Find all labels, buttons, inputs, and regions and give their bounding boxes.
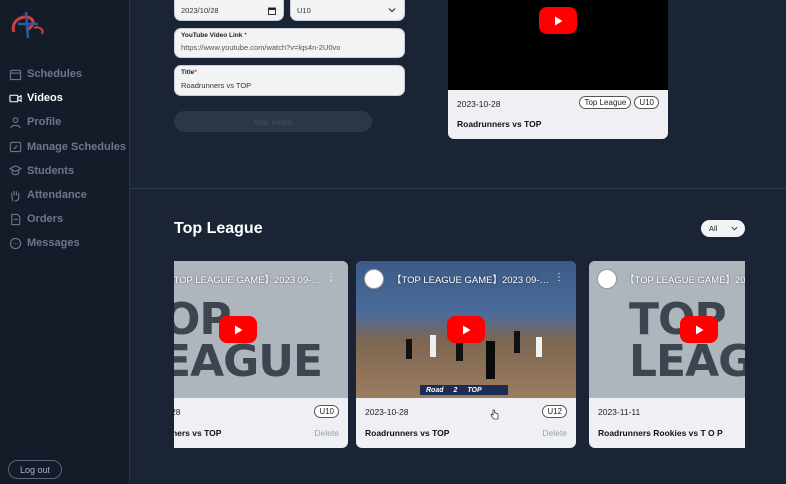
sidebar-nav: Schedules Videos Profile Manage Schedule…: [0, 62, 130, 256]
user-icon: [8, 115, 22, 129]
chat-icon: [8, 236, 22, 250]
youtube-play-icon[interactable]: [539, 7, 577, 34]
sidebar-item-students[interactable]: Students: [0, 159, 130, 183]
video-thumbnail[interactable]: 【TOP LEAGUE GAME】2023 09-… ⋮ Road 2 TOP: [356, 261, 576, 398]
date-value: 2023/10/28: [181, 6, 219, 15]
video-date: 2023-10-28: [174, 407, 181, 417]
chevron-down-icon: [731, 226, 738, 231]
sidebar-item-label: Orders: [27, 213, 64, 226]
divider: [130, 188, 786, 189]
channel-avatar: [597, 269, 617, 289]
delete-button[interactable]: Delete: [542, 428, 567, 438]
preview-title: Roadrunners vs TOP: [457, 119, 542, 129]
sidebar-item-label: Profile: [27, 116, 62, 129]
date-field[interactable]: 2023/10/28: [174, 0, 284, 21]
sidebar-item-label: Attendance: [27, 189, 87, 202]
calendar-edit-icon: [8, 140, 22, 154]
preview-video[interactable]: [448, 0, 668, 90]
sidebar: Schedules Videos Profile Manage Schedule…: [0, 0, 130, 484]
age-group-select[interactable]: U10: [290, 0, 405, 21]
youtube-link-label: YouTube Video Link *: [181, 32, 247, 39]
sidebar-item-videos[interactable]: Videos: [0, 86, 130, 110]
delete-button[interactable]: Delete: [314, 428, 339, 438]
youtube-play-icon[interactable]: [680, 316, 718, 343]
video-thumbnail[interactable]: 【TOP LEAGUE GAME】2023 TOP LEAGUE: [589, 261, 745, 398]
title-label: Title*: [181, 69, 197, 76]
calendar-icon[interactable]: [268, 7, 276, 15]
video-date: 2023-10-28: [365, 407, 409, 417]
video-card[interactable]: 【TOP LEAGUE GAME】2023 TOP LEAGUE 2023-11…: [589, 261, 745, 448]
filter-select[interactable]: All: [701, 220, 745, 237]
video-card[interactable]: 【TOP LEAGUE GAME】2023 09-… ⋮ TOP LEAGUE …: [174, 261, 348, 448]
video-date: 2023-11-11: [598, 407, 641, 417]
youtube-link-value: https://www.youtube.com/watch?v=lqs4n-2U…: [181, 43, 341, 52]
sidebar-item-profile[interactable]: Profile: [0, 110, 130, 134]
sidebar-item-manage-schedules[interactable]: Manage Schedules: [0, 135, 130, 159]
logout-button[interactable]: Log out: [8, 460, 62, 479]
tag-age-group: U10: [634, 96, 659, 109]
preview-tags: Top League U10: [579, 96, 659, 109]
brand-logo[interactable]: [8, 8, 48, 42]
add-video-button[interactable]: Add Video: [174, 111, 372, 132]
youtube-play-icon[interactable]: [219, 316, 257, 343]
thumbnail-title: 【TOP LEAGUE GAME】2023: [625, 275, 745, 286]
video-card[interactable]: 【TOP LEAGUE GAME】2023 09-… ⋮ Road 2 TOP 20…: [356, 261, 576, 448]
thumbnail-title: 【TOP LEAGUE GAME】2023 09-…: [392, 275, 549, 286]
hand-cursor-icon: [490, 409, 499, 420]
video-title: Roadrunners vs TOP: [365, 428, 450, 438]
sidebar-item-label: Videos: [27, 92, 63, 105]
more-menu-icon[interactable]: ⋮: [554, 272, 564, 283]
students-icon: [8, 164, 22, 178]
title-value: Roadrunners vs TOP: [181, 81, 252, 90]
hand-icon: [8, 188, 22, 202]
video-title: Roadrunners Rookies vs T O P: [598, 428, 723, 438]
sidebar-item-label: Students: [27, 164, 75, 177]
calendar-icon: [8, 67, 22, 81]
sidebar-item-schedules[interactable]: Schedules: [0, 62, 130, 86]
age-group-value: U10: [297, 6, 311, 15]
tag-league: Top League: [579, 96, 632, 109]
sidebar-item-attendance[interactable]: Attendance: [0, 183, 130, 207]
section-title: Top League: [174, 220, 263, 237]
video-tag: U12: [542, 405, 567, 418]
video-title: Roadrunners vs TOP: [174, 428, 222, 438]
video-camera-icon: [8, 91, 22, 105]
sidebar-item-messages[interactable]: Messages: [0, 231, 130, 255]
youtube-play-icon[interactable]: [447, 316, 485, 343]
thumbnail-title: 【TOP LEAGUE GAME】2023 09-…: [174, 275, 321, 286]
title-field[interactable]: Title* Roadrunners vs TOP: [174, 65, 405, 96]
sidebar-item-label: Schedules: [27, 68, 83, 81]
youtube-link-field[interactable]: YouTube Video Link * https://www.youtube…: [174, 28, 405, 58]
document-icon: [8, 212, 22, 226]
chevron-down-icon: [388, 8, 396, 13]
video-tag: U10: [314, 405, 339, 418]
preview-date: 2023-10-28: [457, 99, 501, 109]
sidebar-item-label: Messages: [27, 237, 80, 250]
video-thumbnail[interactable]: 【TOP LEAGUE GAME】2023 09-… ⋮ TOP LEAGUE: [174, 261, 348, 398]
sidebar-item-orders[interactable]: Orders: [0, 207, 130, 231]
scoreboard: Road 2 TOP: [420, 385, 508, 395]
preview-card: 2023-10-28 Top League U10 Roadrunners vs…: [448, 0, 668, 139]
more-menu-icon[interactable]: ⋮: [326, 272, 336, 283]
channel-avatar: [364, 269, 384, 289]
sidebar-item-label: Manage Schedules: [27, 140, 127, 153]
video-strip[interactable]: 【TOP LEAGUE GAME】2023 09-… ⋮ TOP LEAGUE …: [174, 261, 745, 448]
filter-value: All: [709, 224, 718, 233]
